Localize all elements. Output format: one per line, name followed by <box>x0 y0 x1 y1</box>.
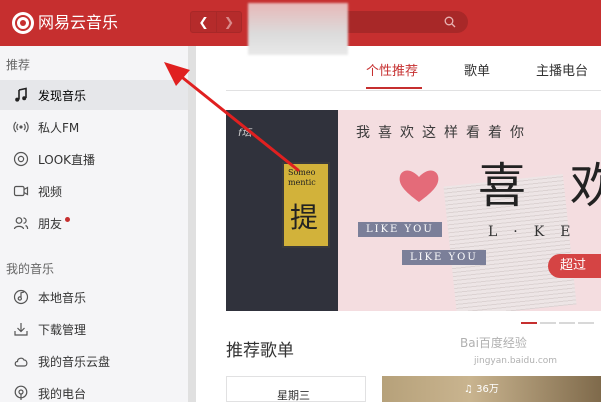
forward-button[interactable]: ❯ <box>216 12 241 32</box>
radio-icon <box>12 118 30 136</box>
friends-icon <box>12 214 30 232</box>
cover-poster-text: Someo mentic <box>288 168 316 187</box>
sidebar-item-friends[interactable]: 朋友 <box>0 208 188 238</box>
playlist-card-label: 星期三 <box>277 389 310 402</box>
sidebar-item-label: LOOK直播 <box>38 152 96 167</box>
cover-poster: Someo mentic 提 <box>282 162 330 248</box>
music-note-icon <box>12 86 30 104</box>
sidebar-item-music-cloud[interactable]: 我的音乐云盘 <box>0 346 188 376</box>
podcast-icon <box>12 384 30 402</box>
carousel-dot[interactable] <box>559 322 575 324</box>
carousel-dot[interactable] <box>540 322 556 324</box>
tab-playlists[interactable]: 歌单 <box>464 60 490 79</box>
cloud-icon <box>12 352 30 370</box>
sidebar-item-label: 发现音乐 <box>38 88 87 103</box>
cover-poster-char: 提 <box>290 201 319 234</box>
sidebar-item-label: 我的电台 <box>38 386 87 401</box>
banner-tag-like-you-1: LIKE YOU <box>358 222 442 237</box>
sidebar: 推荐 发现音乐 私人FM LOOK直播 视频 朋友 我的音乐 本地音乐 下载管理… <box>0 46 196 402</box>
sidebar-item-local-music[interactable]: 本地音乐 <box>0 282 188 312</box>
recommended-playlists-title[interactable]: 推荐歌单 <box>226 336 294 361</box>
tab-personal-recommend[interactable]: 个性推荐 <box>366 60 418 79</box>
title-bar: 网易云音乐 ❮ ❯ <box>0 0 601 55</box>
tabs-divider <box>226 90 601 91</box>
chevron-left-icon: ❮ <box>198 15 209 29</box>
notification-dot <box>65 216 71 222</box>
disc-icon <box>12 288 30 306</box>
tab-active-indicator <box>366 87 422 89</box>
banner-carousel[interactable]: f坛 Someo mentic 提 我喜欢这样看着你 喜欢 LIKE YOU L… <box>226 110 601 311</box>
sidebar-item-label: 下载管理 <box>38 322 87 337</box>
watermark: Bai百度经验 <box>460 336 527 350</box>
heart-icon <box>399 170 439 202</box>
banner-tag-like-you-2: LIKE YOU <box>402 250 486 265</box>
download-icon <box>12 320 30 338</box>
live-eye-icon <box>12 150 30 168</box>
banner-big-text: 喜欢 <box>478 158 601 214</box>
carousel-indicators <box>521 322 594 324</box>
sidebar-section-recommend: 推荐 <box>6 58 31 72</box>
sidebar-item-look-live[interactable]: LOOK直播 <box>0 144 188 174</box>
sidebar-item-download-manager[interactable]: 下载管理 <box>0 314 188 344</box>
video-icon <box>12 182 30 200</box>
app-title: 网易云音乐 <box>38 13 119 32</box>
sidebar-scrollbar[interactable] <box>188 46 196 402</box>
playlist-card-daily[interactable]: 星期三 <box>226 376 366 402</box>
tab-bar: 个性推荐 歌单 主播电台 <box>196 46 601 90</box>
banner-side-cover[interactable]: f坛 Someo mentic 提 <box>226 110 338 311</box>
sidebar-item-discover-music[interactable]: 发现音乐 <box>0 80 188 110</box>
netease-logo-icon[interactable] <box>12 12 34 34</box>
chevron-right-icon: ❯ <box>223 15 235 29</box>
sidebar-item-private-fm[interactable]: 私人FM <box>0 112 188 142</box>
sidebar-item-label: 朋友 <box>38 216 63 231</box>
play-count: ♫ 36万 <box>464 384 499 395</box>
playlist-card[interactable]: ♫ 36万 <box>382 376 601 402</box>
cover-logo: f坛 <box>238 128 252 139</box>
watermark-url: jingyan.baidu.com <box>474 356 558 366</box>
sidebar-item-label: 本地音乐 <box>38 290 87 305</box>
search-icon[interactable] <box>444 16 456 28</box>
banner-main-slide[interactable]: 我喜欢这样看着你 喜欢 LIKE YOU LIKE YOU L·KE 超过 <box>338 110 601 311</box>
carousel-dot[interactable] <box>521 322 537 324</box>
sidebar-item-label: 我的音乐云盘 <box>38 354 111 369</box>
sidebar-item-label: 视频 <box>38 184 63 199</box>
sidebar-item-my-radio[interactable]: 我的电台 <box>0 378 188 402</box>
sidebar-section-my-music: 我的音乐 <box>6 262 55 276</box>
carousel-dot[interactable] <box>578 322 594 324</box>
app-window: 网易云音乐 ❮ ❯ 推荐 发现音乐 私人FM LOOK直播 视频 朋友 我的音乐… <box>0 0 601 402</box>
history-nav: ❮ ❯ <box>190 11 242 33</box>
sidebar-item-video[interactable]: 视频 <box>0 176 188 206</box>
banner-love-text: L·KE <box>488 224 587 240</box>
back-button[interactable]: ❮ <box>191 12 216 32</box>
sidebar-item-label: 私人FM <box>38 120 80 135</box>
tab-anchor-radio[interactable]: 主播电台 <box>536 60 588 79</box>
banner-heading: 我喜欢这样看着你 <box>356 125 532 141</box>
banner-cta-button[interactable]: 超过 <box>548 254 601 278</box>
